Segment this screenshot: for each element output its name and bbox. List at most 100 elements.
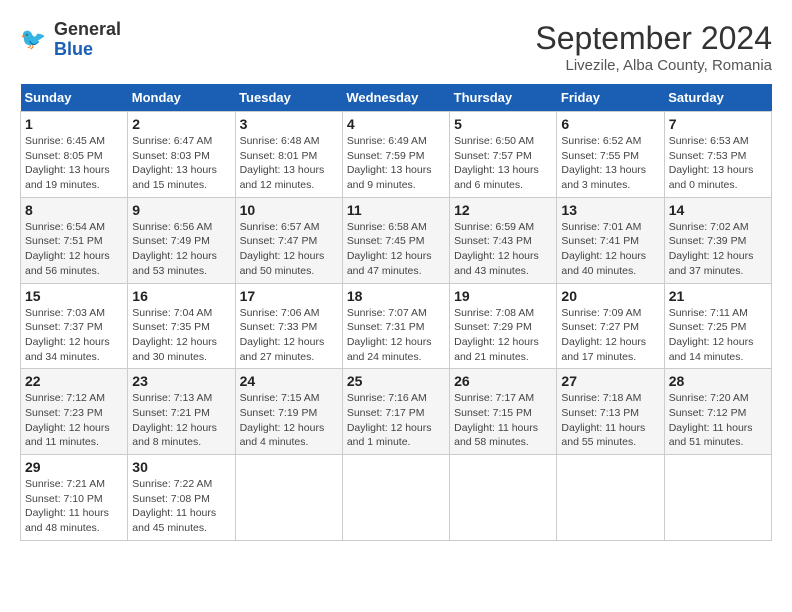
day-detail: Sunrise: 7:06 AMSunset: 7:33 PMDaylight:… [240,306,338,365]
day-number: 24 [240,373,338,389]
day-detail: Sunrise: 6:59 AMSunset: 7:43 PMDaylight:… [454,220,552,279]
calendar-cell: 19 Sunrise: 7:08 AMSunset: 7:29 PMDayligh… [450,283,557,369]
day-number: 23 [132,373,230,389]
day-number: 4 [347,116,445,132]
calendar-cell: 5 Sunrise: 6:50 AMSunset: 7:57 PMDaylight… [450,112,557,198]
day-detail: Sunrise: 6:48 AMSunset: 8:01 PMDaylight:… [240,134,338,193]
day-number: 28 [669,373,767,389]
day-number: 6 [561,116,659,132]
calendar-cell: 28 Sunrise: 7:20 AMSunset: 7:12 PMDayligh… [664,369,771,455]
day-number: 12 [454,202,552,218]
day-number: 29 [25,459,123,475]
svg-text:🐦: 🐦 [20,28,46,51]
day-detail: Sunrise: 6:47 AMSunset: 8:03 PMDaylight:… [132,134,230,193]
col-header-wednesday: Wednesday [342,84,449,112]
day-detail: Sunrise: 7:02 AMSunset: 7:39 PMDaylight:… [669,220,767,279]
calendar-cell: 24 Sunrise: 7:15 AMSunset: 7:19 PMDayligh… [235,369,342,455]
calendar-cell: 30Sunrise: 7:22 AMSunset: 7:08 PMDayligh… [128,455,235,541]
day-detail: Sunrise: 7:18 AMSunset: 7:13 PMDaylight:… [561,391,659,450]
day-detail: Sunrise: 7:04 AMSunset: 7:35 PMDaylight:… [132,306,230,365]
calendar-cell: 20 Sunrise: 7:09 AMSunset: 7:27 PMDayligh… [557,283,664,369]
day-detail: Sunrise: 7:13 AMSunset: 7:21 PMDaylight:… [132,391,230,450]
calendar-table: SundayMondayTuesdayWednesdayThursdayFrid… [20,84,772,541]
day-detail: Sunrise: 7:08 AMSunset: 7:29 PMDaylight:… [454,306,552,365]
col-header-sunday: Sunday [21,84,128,112]
page-title: September 2024 [535,20,772,57]
day-detail: Sunrise: 7:15 AMSunset: 7:19 PMDaylight:… [240,391,338,450]
calendar-cell [342,455,449,541]
calendar-cell: 7 Sunrise: 6:53 AMSunset: 7:53 PMDaylight… [664,112,771,198]
day-number: 25 [347,373,445,389]
day-number: 11 [347,202,445,218]
calendar-cell: 27 Sunrise: 7:18 AMSunset: 7:13 PMDayligh… [557,369,664,455]
day-detail: Sunrise: 7:20 AMSunset: 7:12 PMDaylight:… [669,391,767,450]
calendar-cell: 26 Sunrise: 7:17 AMSunset: 7:15 PMDayligh… [450,369,557,455]
col-header-tuesday: Tuesday [235,84,342,112]
calendar-cell: 13Sunrise: 7:01 AMSunset: 7:41 PMDayligh… [557,197,664,283]
day-number: 10 [240,202,338,218]
day-detail: Sunrise: 7:17 AMSunset: 7:15 PMDaylight:… [454,391,552,450]
calendar-cell: 17 Sunrise: 7:06 AMSunset: 7:33 PMDayligh… [235,283,342,369]
day-number: 18 [347,288,445,304]
calendar-cell: 16 Sunrise: 7:04 AMSunset: 7:35 PMDayligh… [128,283,235,369]
calendar-cell: 15Sunrise: 7:03 AMSunset: 7:37 PMDayligh… [21,283,128,369]
calendar-cell: 23 Sunrise: 7:13 AMSunset: 7:21 PMDayligh… [128,369,235,455]
calendar-cell: 4 Sunrise: 6:49 AMSunset: 7:59 PMDaylight… [342,112,449,198]
calendar-week-row: 29Sunrise: 7:21 AMSunset: 7:10 PMDayligh… [21,455,772,541]
title-block: September 2024 Livezile, Alba County, Ro… [535,20,772,74]
day-detail: Sunrise: 7:22 AMSunset: 7:08 PMDaylight:… [132,477,230,536]
calendar-week-row: 15Sunrise: 7:03 AMSunset: 7:37 PMDayligh… [21,283,772,369]
calendar-cell: 9Sunrise: 6:56 AMSunset: 7:49 PMDaylight… [128,197,235,283]
day-detail: Sunrise: 6:50 AMSunset: 7:57 PMDaylight:… [454,134,552,193]
calendar-cell: 1 Sunrise: 6:45 AMSunset: 8:05 PMDaylight… [21,112,128,198]
day-detail: Sunrise: 6:49 AMSunset: 7:59 PMDaylight:… [347,134,445,193]
calendar-week-row: 1 Sunrise: 6:45 AMSunset: 8:05 PMDaylight… [21,112,772,198]
day-detail: Sunrise: 7:16 AMSunset: 7:17 PMDaylight:… [347,391,445,450]
day-number: 20 [561,288,659,304]
day-number: 21 [669,288,767,304]
day-detail: Sunrise: 7:12 AMSunset: 7:23 PMDaylight:… [25,391,123,450]
calendar-cell: 25 Sunrise: 7:16 AMSunset: 7:17 PMDayligh… [342,369,449,455]
day-number: 14 [669,202,767,218]
day-detail: Sunrise: 7:01 AMSunset: 7:41 PMDaylight:… [561,220,659,279]
calendar-cell: 12 Sunrise: 6:59 AMSunset: 7:43 PMDayligh… [450,197,557,283]
calendar-cell: 3 Sunrise: 6:48 AMSunset: 8:01 PMDaylight… [235,112,342,198]
calendar-week-row: 8 Sunrise: 6:54 AMSunset: 7:51 PMDaylight… [21,197,772,283]
day-detail: Sunrise: 6:53 AMSunset: 7:53 PMDaylight:… [669,134,767,193]
day-number: 8 [25,202,123,218]
day-number: 22 [25,373,123,389]
calendar-cell: 8 Sunrise: 6:54 AMSunset: 7:51 PMDaylight… [21,197,128,283]
calendar-cell: 6 Sunrise: 6:52 AMSunset: 7:55 PMDaylight… [557,112,664,198]
day-detail: Sunrise: 7:09 AMSunset: 7:27 PMDaylight:… [561,306,659,365]
logo-text: General Blue [54,20,121,60]
logo: 🐦 General Blue [20,20,121,60]
day-number: 5 [454,116,552,132]
day-number: 7 [669,116,767,132]
day-number: 3 [240,116,338,132]
calendar-cell [235,455,342,541]
day-number: 1 [25,116,123,132]
calendar-header-row: SundayMondayTuesdayWednesdayThursdayFrid… [21,84,772,112]
day-detail: Sunrise: 6:57 AMSunset: 7:47 PMDaylight:… [240,220,338,279]
logo-icon: 🐦 [20,25,50,55]
calendar-cell: 2 Sunrise: 6:47 AMSunset: 8:03 PMDaylight… [128,112,235,198]
col-header-friday: Friday [557,84,664,112]
day-number: 27 [561,373,659,389]
day-number: 19 [454,288,552,304]
calendar-cell [664,455,771,541]
day-number: 9 [132,202,230,218]
day-detail: Sunrise: 6:58 AMSunset: 7:45 PMDaylight:… [347,220,445,279]
day-detail: Sunrise: 6:54 AMSunset: 7:51 PMDaylight:… [25,220,123,279]
calendar-cell: 29Sunrise: 7:21 AMSunset: 7:10 PMDayligh… [21,455,128,541]
page-header: 🐦 General Blue September 2024 Livezile, … [20,20,772,74]
day-number: 26 [454,373,552,389]
col-header-monday: Monday [128,84,235,112]
day-detail: Sunrise: 6:52 AMSunset: 7:55 PMDaylight:… [561,134,659,193]
day-number: 16 [132,288,230,304]
day-number: 2 [132,116,230,132]
day-number: 17 [240,288,338,304]
col-header-thursday: Thursday [450,84,557,112]
day-detail: Sunrise: 6:45 AMSunset: 8:05 PMDaylight:… [25,134,123,193]
day-number: 15 [25,288,123,304]
calendar-cell: 10 Sunrise: 6:57 AMSunset: 7:47 PMDayligh… [235,197,342,283]
